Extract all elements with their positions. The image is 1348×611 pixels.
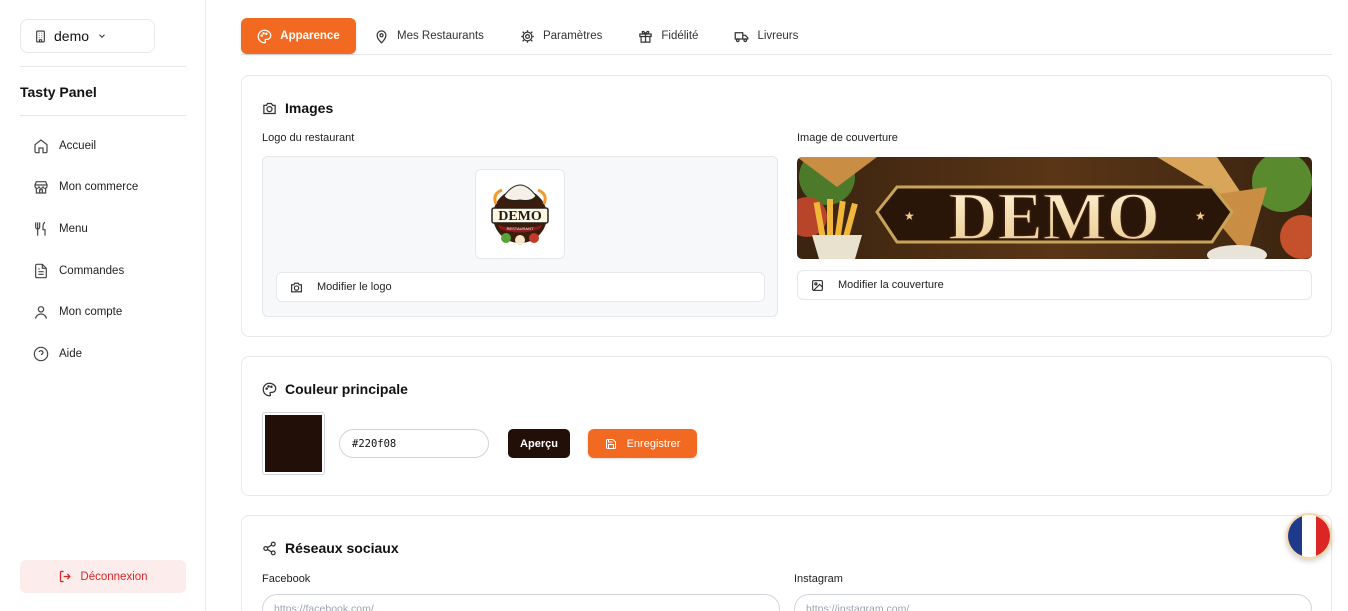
social-card: Réseaux sociaux Facebook Instagram https… <box>241 515 1332 611</box>
tab-label: Paramètres <box>542 30 603 42</box>
change-cover-button[interactable]: Modifier la couverture <box>797 270 1312 300</box>
sidebar: demo Tasty Panel Accueil Mon commerce Me… <box>0 0 206 611</box>
restaurant-logo: DEMO RESTAURANT <box>491 184 549 245</box>
settings-tabs: Apparence Mes Restaurants Paramètres Fid… <box>241 18 1332 55</box>
sidebar-item-label: Accueil <box>59 139 97 152</box>
logout-button[interactable]: Déconnexion <box>20 560 186 593</box>
tab-label: Fidélité <box>661 30 699 42</box>
tab-fidelite[interactable]: Fidélité <box>620 18 716 54</box>
logo-subtext: RESTAURANT <box>507 226 534 231</box>
hex-color-input[interactable] <box>339 429 489 458</box>
tab-apparence[interactable]: Apparence <box>241 18 356 54</box>
image-icon <box>812 279 823 291</box>
tab-label: Apparence <box>280 30 340 42</box>
change-logo-button[interactable]: Modifier le logo <box>276 272 765 302</box>
file-text-icon <box>35 263 47 278</box>
social-title-text: Réseaux sociaux <box>285 540 399 556</box>
instagram-input[interactable]: https://instagram.com/... <box>794 594 1312 611</box>
svg-text:★: ★ <box>1195 209 1206 223</box>
color-section-title: Couleur principale <box>262 381 408 397</box>
change-cover-label: Modifier la couverture <box>838 279 944 291</box>
sidebar-item-commandes[interactable]: Commandes <box>20 250 186 292</box>
language-flag-icon[interactable] <box>1286 513 1332 559</box>
sidebar-item-label: Mon commerce <box>59 181 139 194</box>
cover-label: Image de couverture <box>797 132 898 144</box>
divider <box>20 66 186 67</box>
facebook-label: Facebook <box>262 573 311 585</box>
user-icon <box>35 306 47 319</box>
tab-label: Mes Restaurants <box>397 30 484 42</box>
camera-icon <box>291 282 302 292</box>
sidebar-item-label: Menu <box>59 222 88 235</box>
home-icon <box>34 139 48 154</box>
social-section-title: Réseaux sociaux <box>262 540 399 556</box>
restaurant-logo-image: DEMO RESTAURANT <box>475 169 565 259</box>
save-label: Enregistrer <box>626 437 681 450</box>
change-logo-label: Modifier le logo <box>317 281 392 293</box>
store-icon <box>34 181 48 194</box>
logout-label: Déconnexion <box>80 570 148 583</box>
tab-label: Livreurs <box>757 30 799 42</box>
sidebar-nav: Accueil Mon commerce Menu Commandes Mon … <box>20 125 186 375</box>
sidebar-item-mon-compte[interactable]: Mon compte <box>20 291 186 333</box>
primary-color-card: Couleur principale Aperçu Enregistrer <box>241 356 1332 496</box>
logout-icon <box>60 570 72 583</box>
images-card: Images Logo du restaurant Image de couve… <box>241 75 1332 337</box>
share-icon <box>263 541 276 555</box>
sidebar-item-label: Commandes <box>59 264 125 277</box>
logo-label: Logo du restaurant <box>262 132 355 144</box>
color-swatch[interactable] <box>262 412 325 475</box>
color-title-text: Couleur principale <box>285 381 408 397</box>
sidebar-item-menu[interactable]: Menu <box>20 208 186 250</box>
sidebar-item-label: Mon compte <box>59 306 123 319</box>
cover-artwork: ★ ★ DEMO <box>797 157 1312 259</box>
help-circle-icon <box>33 346 49 362</box>
camera-icon <box>263 102 276 114</box>
sidebar-item-label: Aide <box>59 347 83 360</box>
svg-text:★: ★ <box>904 209 915 223</box>
map-pin-icon <box>376 29 387 44</box>
preview-button[interactable]: Aperçu <box>508 429 570 458</box>
images-section-title: Images <box>262 100 333 116</box>
brand-title: Tasty Panel <box>20 84 97 100</box>
save-icon <box>605 438 616 449</box>
tab-mes-restaurants[interactable]: Mes Restaurants <box>356 18 502 54</box>
workspace-select[interactable]: demo <box>20 19 155 53</box>
images-title-text: Images <box>285 100 334 116</box>
sidebar-item-mon-commerce[interactable]: Mon commerce <box>20 167 186 209</box>
tab-livreurs[interactable]: Livreurs <box>716 18 816 54</box>
instagram-label: Instagram <box>794 573 843 585</box>
palette-icon <box>262 382 277 396</box>
tab-parametres[interactable]: Paramètres <box>502 18 620 54</box>
cover-text: DEMO <box>948 178 1160 254</box>
building-icon <box>36 30 45 42</box>
sidebar-item-accueil[interactable]: Accueil <box>20 125 186 167</box>
facebook-input[interactable]: https://facebook.com/... <box>262 594 780 611</box>
palette-icon <box>257 29 272 43</box>
logo-text: DEMO <box>498 209 542 224</box>
save-button[interactable]: Enregistrer <box>588 429 697 458</box>
workspace-name: demo <box>54 28 90 44</box>
divider <box>20 115 186 116</box>
cover-image: ★ ★ DEMO <box>797 157 1312 259</box>
chevron-down-icon <box>99 34 105 38</box>
gift-icon <box>639 30 653 43</box>
logo-upload-area: DEMO RESTAURANT Modifier le logo <box>262 156 778 317</box>
sidebar-item-aide[interactable]: Aide <box>20 333 186 375</box>
utensils-icon <box>35 221 46 236</box>
gear-icon <box>521 29 534 43</box>
truck-icon <box>735 31 749 42</box>
